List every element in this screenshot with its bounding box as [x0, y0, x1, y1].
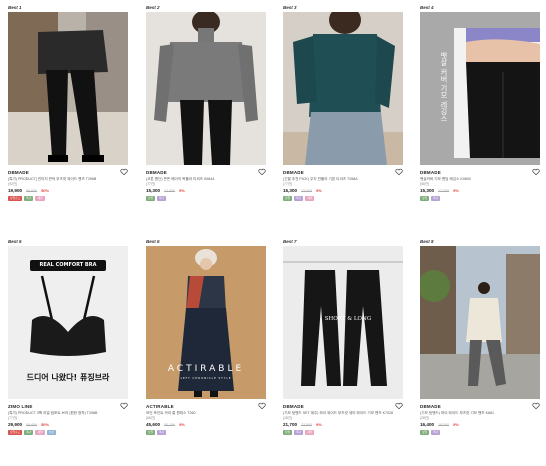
brand-name: DBMADE	[146, 169, 167, 175]
brand-name: DBMADE	[420, 403, 441, 409]
tag-badge: 세일	[305, 196, 315, 201]
product-image[interactable]: 뱃살 커버 기모 레깅스	[420, 12, 540, 165]
heart-icon[interactable]	[258, 402, 266, 410]
pants-label-text: SHORT & LONG	[324, 316, 372, 322]
heart-icon[interactable]	[120, 168, 128, 176]
discount-rate: 9%	[179, 422, 185, 427]
tag-badge: 당일출고	[8, 196, 23, 201]
tag-badge: 당일	[420, 196, 430, 201]
product-image[interactable]	[146, 12, 266, 165]
original-price: 18,000	[438, 423, 450, 427]
product-card-5[interactable]: Best 5 REAL COMFORT BRA 드디어 나왔다! 퓨징브라 ZI…	[8, 238, 128, 435]
rank-label: Best 8	[420, 239, 434, 244]
rank-label: Best 3	[283, 5, 297, 10]
heart-icon[interactable]	[258, 168, 266, 176]
product-image[interactable]	[283, 12, 403, 165]
discount-rate: 9%	[453, 188, 459, 193]
tag-badge: 당일	[283, 430, 293, 435]
tag-badge: 당일	[283, 196, 293, 201]
discount-rate: 50%	[41, 422, 50, 427]
sale-price: 19,900	[8, 188, 23, 193]
product-image[interactable]: SHORT & LONG	[283, 246, 403, 399]
product-image[interactable]	[8, 12, 128, 165]
discount-rate: 50%	[41, 188, 50, 193]
brand-name: DBMADE	[283, 403, 304, 409]
discount-rate: 9%	[179, 188, 185, 193]
rank-label: Best 1	[8, 5, 22, 10]
sale-price: 29,900	[8, 422, 23, 427]
discount-rate: 9%	[316, 188, 322, 193]
rank-label: Best 7	[283, 239, 297, 244]
tag-badge: 신상	[46, 430, 56, 435]
heart-icon[interactable]	[395, 402, 403, 410]
tag-badge: 세일	[305, 430, 315, 435]
product-image[interactable]: ACTIRABLE LEFT CHRONICLE STYLE	[146, 246, 266, 399]
actirable-logo: ACTIRABLE	[167, 364, 245, 374]
sale-price: 15,300	[420, 188, 435, 193]
sale-price: 15,300	[146, 188, 161, 193]
tag-badge: 특가	[431, 430, 441, 435]
tag-badge: 특가	[157, 430, 167, 435]
original-price: 59,800	[26, 423, 38, 427]
brand-name: ZIMO LINE	[8, 403, 33, 409]
product-card-3[interactable]: Best 3 DBMADE (긴팔 추천 PICK) 무지 반폴라 기본 티셔츠…	[283, 4, 403, 201]
actirable-subtitle: LEFT CHRONICLE STYLE	[180, 377, 232, 380]
tag-badge: 세일	[35, 430, 45, 435]
bra-caption-text: 드디어 나왔다! 퓨징브라	[26, 373, 110, 382]
bra-banner-text: REAL COMFORT BRA	[39, 262, 97, 268]
tag-badge: 당일	[146, 430, 156, 435]
tag-badge: 특가	[294, 430, 304, 435]
tag-badge: 특가	[157, 196, 167, 201]
brand-name: ACTIRABLE	[146, 403, 174, 409]
tag-badge: 특가	[24, 430, 34, 435]
product-card-2[interactable]: Best 2 DBMADE (코튼 원단) 쫀쫀 베이직 목폴라 티셔츠 K66…	[146, 4, 266, 201]
product-card-8[interactable]: Best 8 DBMADE (기모 뒷밴드) 하이 와이드 부츠컷 기모 팬츠 …	[420, 238, 540, 435]
product-image[interactable]	[420, 246, 540, 399]
brand-name: DBMADE	[420, 169, 441, 175]
original-price: 17,000	[438, 189, 450, 193]
tag-badge: 특가	[431, 196, 441, 201]
rank-label: Best 4	[420, 5, 434, 10]
product-card-1[interactable]: Best 1 DBMADE (특가) PRODUCT] 빈티지 핀턱 부츠컷 와…	[8, 4, 128, 201]
sale-price: 45,600	[146, 422, 161, 427]
rank-label: Best 5	[8, 239, 22, 244]
tag-badge: 당일	[420, 430, 430, 435]
original-price: 17,000	[164, 189, 176, 193]
product-image[interactable]: REAL COMFORT BRA 드디어 나왔다! 퓨징브라	[8, 246, 128, 399]
sale-price: 16,400	[420, 422, 435, 427]
product-name[interactable]: (기모 뒷밴드 SET 매주) 하이 와이드 부츠컷 세미 와이드 기모 팬츠 …	[283, 411, 403, 416]
heart-icon[interactable]	[395, 168, 403, 176]
heart-icon[interactable]	[532, 402, 540, 410]
tag-badge: 특가	[294, 196, 304, 201]
brand-name: DBMADE	[8, 169, 29, 175]
heart-icon[interactable]	[120, 402, 128, 410]
heart-icon[interactable]	[532, 168, 540, 176]
original-price: 23,800	[301, 423, 313, 427]
product-card-7[interactable]: Best 7 SHORT & LONG DBMADE (기모 뒷밴드 SET 매…	[283, 238, 403, 435]
original-price: 50,100	[164, 423, 176, 427]
rank-label: Best 2	[146, 5, 160, 10]
original-price: 17,000	[301, 189, 313, 193]
sale-price: 21,700	[283, 422, 298, 427]
tag-badge: 당일출고	[8, 430, 23, 435]
rank-label: Best 6	[146, 239, 160, 244]
discount-rate: 9%	[453, 422, 459, 427]
original-price: 39,800	[26, 189, 38, 193]
leggings-promo-text: 뱃살 커버 기모 레깅스	[440, 52, 448, 122]
tag-badge: 세일	[35, 196, 45, 201]
discount-rate: 9%	[316, 422, 322, 427]
tag-badge: 특가	[24, 196, 34, 201]
product-card-6[interactable]: Best 6 ACTIRABLE LEFT CHRONICLE STYLE AC…	[146, 238, 266, 435]
product-card-4[interactable]: Best 4 뱃살 커버 기모 레깅스 DBMADE 뱃살커버 기모 밴딩 레깅…	[420, 4, 540, 201]
tag-badge: 당일	[146, 196, 156, 201]
sale-price: 15,300	[283, 188, 298, 193]
brand-name: DBMADE	[283, 169, 304, 175]
